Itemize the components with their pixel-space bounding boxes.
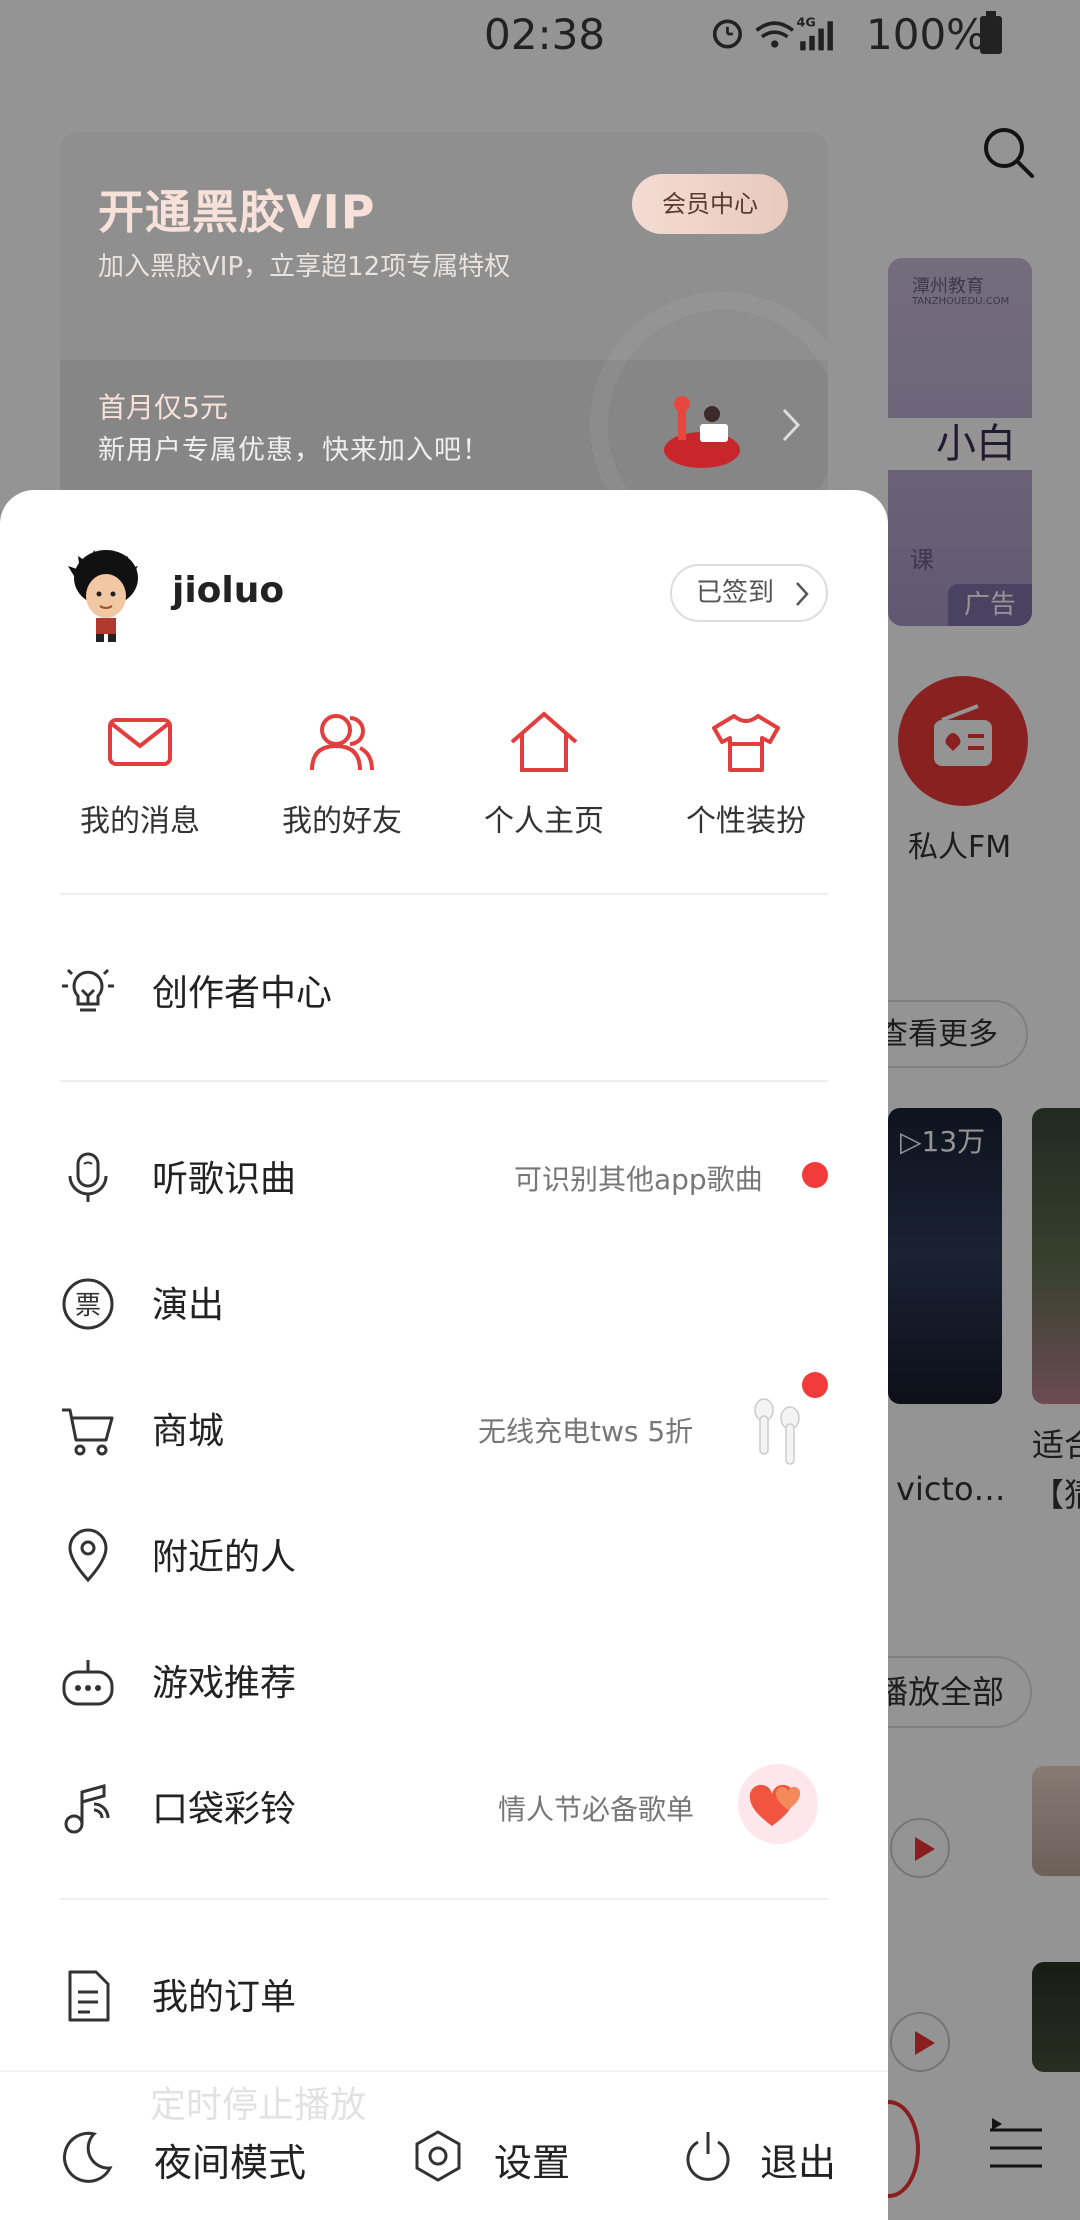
location-icon — [68, 1528, 108, 1583]
menu-item-nearby[interactable]: 附近的人 — [60, 1502, 830, 1602]
member-center-button[interactable]: 会员中心 — [632, 174, 788, 234]
menu-item-games[interactable]: 游戏推荐 — [60, 1628, 830, 1728]
menu-item-ringtone[interactable]: 口袋彩铃 情人节必备歌单 — [60, 1754, 830, 1854]
microphone-icon — [68, 1152, 108, 1202]
menu-item-creator-center[interactable]: 创作者中心 — [60, 938, 830, 1038]
svg-text:票: 票 — [75, 1291, 101, 1321]
ticket-icon: 票 — [62, 1278, 114, 1330]
vip-title: 开通黑胶VIP — [98, 185, 376, 239]
earbuds-icon — [754, 1398, 800, 1465]
vip-promo-title: 首月仅5元 — [98, 391, 228, 424]
quick-action-homepage[interactable]: 个人主页 — [454, 710, 634, 840]
settings-label: 设置 — [494, 2141, 571, 2185]
drawer-footer: 夜间模式 设置 退出 — [0, 2070, 888, 2220]
menu-item-label: 商城 — [152, 1411, 225, 1452]
battery-icon — [980, 11, 1002, 54]
signin-button[interactable]: 已签到 — [670, 564, 828, 622]
username[interactable]: jioluo — [172, 570, 284, 611]
gear-icon — [415, 2130, 461, 2182]
home-icon — [510, 711, 578, 772]
quick-action-label: 个性装扮 — [686, 804, 806, 839]
menu-item-hint: 可识别其他app歌曲 — [514, 1163, 763, 1196]
gamepad-icon — [62, 1660, 114, 1706]
menu-item-label: 口袋彩铃 — [152, 1789, 297, 1830]
moon-icon — [62, 2131, 113, 2183]
vip-subtitle: 加入黑胶VIP，立享超12项专属特权 — [98, 252, 511, 282]
vinyl-promo-icon — [664, 396, 740, 468]
menu-item-label: 我的订单 — [152, 1977, 297, 2018]
divider — [60, 1080, 828, 1082]
divider — [60, 1898, 828, 1900]
menu-item-shows[interactable]: 票 演出 — [60, 1250, 830, 1350]
menu-item-label: 听歌识曲 — [152, 1159, 297, 1200]
music-note-icon — [64, 1784, 110, 1834]
notification-dot — [802, 1372, 828, 1398]
divider — [60, 893, 828, 895]
menu-item-label: 游戏推荐 — [152, 1663, 297, 1704]
menu-item-hint: 无线充电tws 5折 — [478, 1415, 694, 1448]
document-icon — [68, 1970, 110, 2022]
vip-promo-subtitle: 新用户专属优惠，快来加入吧！ — [98, 435, 490, 466]
mail-icon — [108, 718, 172, 766]
heart-balloon-icon — [738, 1764, 818, 1844]
lightbulb-icon — [62, 968, 114, 1012]
menu-item-label: 创作者中心 — [152, 973, 333, 1014]
night-mode-label: 夜间模式 — [154, 2141, 307, 2185]
logout-label: 退出 — [760, 2141, 837, 2185]
menu-item-label: 附近的人 — [152, 1537, 297, 1578]
chevron-right-icon — [782, 408, 801, 442]
menu-item-mall[interactable]: 商城 无线充电tws 5折 — [60, 1372, 830, 1476]
chevron-right-icon — [796, 582, 809, 606]
quick-action-messages[interactable]: 我的消息 — [50, 710, 230, 840]
menu-item-label: 演出 — [152, 1285, 225, 1326]
friends-icon — [310, 714, 374, 771]
power-icon — [686, 2132, 730, 2181]
quick-action-friends[interactable]: 我的好友 — [252, 710, 432, 840]
quick-action-label: 个人主页 — [484, 804, 604, 839]
menu-item-hint: 情人节必备歌单 — [498, 1793, 695, 1826]
quick-action-label: 我的消息 — [80, 804, 200, 839]
menu-item-orders[interactable]: 我的订单 — [60, 1942, 830, 2042]
quick-action-label: 我的好友 — [282, 804, 402, 839]
tshirt-icon — [712, 714, 780, 772]
quick-action-dressup[interactable]: 个性装扮 — [656, 710, 836, 840]
notification-dot — [802, 1162, 828, 1188]
menu-item-recognize-song[interactable]: 听歌识曲 可识别其他app歌曲 — [60, 1124, 830, 1224]
vip-card[interactable]: 开通黑胶VIP 加入黑胶VIP，立享超12项专属特权 会员中心 首月仅5元 新用… — [60, 132, 828, 502]
signin-label: 已签到 — [696, 578, 775, 608]
navigation-drawer: 开通黑胶VIP 加入黑胶VIP，立享超12项专属特权 会员中心 首月仅5元 新用… — [0, 0, 888, 2220]
avatar[interactable] — [66, 546, 146, 642]
menu-item-sleep-timer: 定时停止播放 — [150, 2085, 367, 2126]
cart-icon — [62, 1408, 114, 1456]
